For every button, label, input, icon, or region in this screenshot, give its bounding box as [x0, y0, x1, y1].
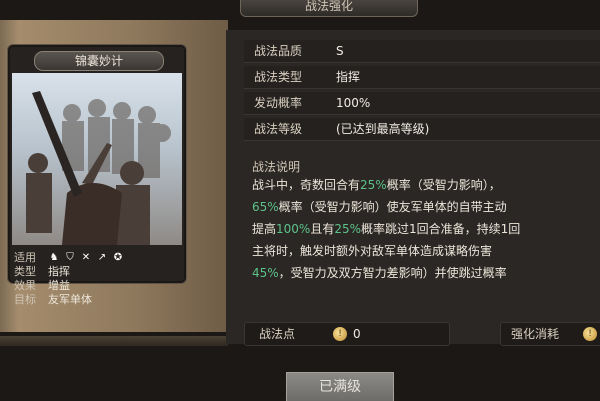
- description-line: 战斗中，奇数回合有25%概率（受智力影响），: [252, 174, 501, 196]
- quality-label: 战法品质: [254, 44, 303, 58]
- bow-icon: ✕: [81, 252, 91, 263]
- page-title: 战法强化: [240, 0, 418, 17]
- description-text: 主将时，触发时额外对敌军单体造成谋略伤害: [252, 244, 493, 258]
- tactic-points-label: 战法点: [259, 327, 296, 341]
- effect-value: 增益: [48, 279, 70, 292]
- type-attr-label: 战法类型: [254, 70, 303, 84]
- shield-icon: ⛉: [66, 252, 74, 263]
- tactic-info: 适用 ♞ ⛉ ✕ ↗ ✪ 类型 指挥 效果 增益 目标 友军单体: [14, 251, 182, 307]
- target-value: 友军单体: [48, 293, 92, 306]
- siege-icon: ✪: [113, 252, 123, 263]
- upgrade-cost-label: 强化消耗: [511, 327, 560, 341]
- effect-label: 效果: [14, 279, 36, 292]
- highlight-value: 45%: [252, 266, 279, 280]
- quality-row: 战法品质 S: [244, 40, 600, 63]
- description-line: 提高100%且有25%概率跳过1回合准备，持续1回: [252, 218, 520, 240]
- tactic-points-bar: 战法点 ! 0: [244, 322, 450, 346]
- description-text: 提高: [252, 222, 277, 236]
- tactic-card: 锦囊妙计 适用 ♞ ⛉ ✕ ↗ ✪ 类型 指挥 效果 增益 目标 友军单体: [7, 44, 187, 306]
- tactic-points-value: 0: [353, 327, 361, 341]
- description-line: 65%概率（受智力影响）使友军单体的自带主动: [252, 196, 507, 218]
- highlight-value: 100%: [276, 222, 311, 236]
- type-label: 类型: [14, 265, 36, 278]
- target-row: 目标 友军单体: [14, 293, 182, 307]
- troop-row: 适用 ♞ ⛉ ✕ ↗ ✪: [14, 251, 182, 265]
- tactic-illustration: [12, 73, 182, 245]
- rate-value: 100%: [336, 96, 371, 110]
- highlight-value: 25%: [334, 222, 362, 236]
- type-attr-value: 指挥: [336, 70, 361, 84]
- description-text: 战斗中，奇数回合有: [252, 178, 361, 192]
- description-text: 且有: [310, 222, 335, 236]
- spear-icon: ↗: [97, 252, 107, 263]
- tactic-name: 锦囊妙计: [34, 51, 164, 71]
- coin-icon: !: [583, 327, 597, 341]
- cavalry-icon: ♞: [49, 252, 59, 263]
- description-title: 战法说明: [252, 160, 301, 174]
- level-row: 战法等级 (已达到最高等级): [244, 118, 600, 141]
- description-text: 概率（受智力影响），: [386, 178, 501, 192]
- highlight-value: 65%: [252, 200, 279, 214]
- description-text: ，受智力及双方智力差影响）并使跳过概率: [278, 266, 507, 280]
- effect-row: 效果 增益: [14, 279, 182, 293]
- type-value: 指挥: [48, 265, 70, 278]
- description-text: 概率跳过1回合准备，持续1回: [361, 222, 521, 236]
- description-text: 概率（受智力影响）使友军单体的自带主动: [278, 200, 507, 214]
- upgrade-cost-bar: 强化消耗 !: [500, 322, 600, 346]
- description-line: 主将时，触发时额外对敌军单体造成谋略伤害: [252, 240, 492, 262]
- battle-scene-art: [26, 91, 171, 245]
- scroll-rod: [0, 336, 228, 346]
- target-label: 目标: [14, 293, 36, 306]
- troop-label: 适用: [14, 251, 36, 264]
- rate-label: 发动概率: [254, 96, 303, 110]
- quality-value: S: [336, 44, 344, 58]
- max-level-button[interactable]: 已满级: [286, 372, 394, 401]
- rate-row: 发动概率 100%: [244, 92, 600, 115]
- type-row: 类型 指挥: [14, 265, 182, 279]
- level-value: (已达到最高等级): [336, 122, 430, 136]
- description-box: 战斗中，奇数回合有25%概率（受智力影响）， 65%概率（受智力影响）使友军单体…: [244, 174, 600, 304]
- level-label: 战法等级: [254, 122, 303, 136]
- coin-icon: !: [333, 327, 347, 341]
- highlight-value: 25%: [360, 178, 387, 192]
- type-attr-row: 战法类型 指挥: [244, 66, 600, 89]
- description-line: 45%，受智力及双方智力差影响）并使跳过概率: [252, 262, 507, 284]
